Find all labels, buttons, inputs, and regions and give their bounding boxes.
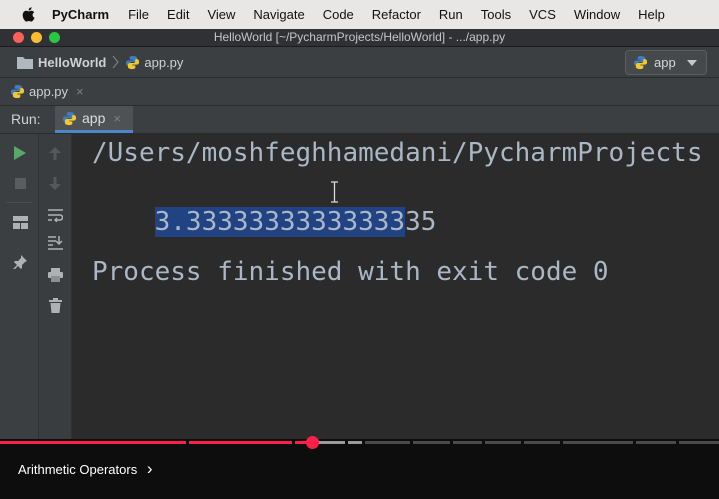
editor-tab-bar: app.py × [0, 78, 719, 106]
stop-icon [14, 177, 26, 189]
restore-layout-button[interactable] [9, 211, 31, 233]
python-file-icon [125, 55, 140, 70]
trash-icon [48, 297, 62, 313]
text-cursor-icon [331, 181, 338, 208]
console-path-line: /Users/moshfeghhamedani/PycharmProjects [92, 138, 703, 168]
close-window-button[interactable] [13, 32, 24, 43]
chapter-marker [450, 441, 453, 444]
pin-tab-button[interactable] [9, 251, 31, 273]
chapter-marker [676, 441, 679, 444]
scroll-up-button[interactable] [44, 142, 66, 164]
arrow-down-icon [49, 176, 61, 190]
run-tab-app[interactable]: app × [55, 106, 133, 133]
python-file-icon [10, 84, 25, 99]
breadcrumb-project-label: HelloWorld [38, 54, 107, 70]
breadcrumb-project[interactable]: HelloWorld [17, 55, 106, 70]
menu-file[interactable]: File [128, 7, 149, 22]
run-toolbar-primary [0, 134, 39, 439]
scroll-to-end-button[interactable] [44, 232, 66, 254]
menu-window[interactable]: Window [574, 7, 620, 22]
video-progress-bar[interactable] [0, 436, 719, 449]
run-label: Run: [11, 111, 41, 127]
play-icon [14, 146, 26, 160]
stop-button[interactable] [9, 172, 31, 194]
clear-all-button[interactable] [44, 294, 66, 316]
video-progress-played [0, 441, 312, 444]
video-progress-buffered [312, 441, 362, 444]
run-tool-window-header: Run: app × [0, 106, 719, 134]
scroll-down-button[interactable] [44, 172, 66, 194]
run-console[interactable]: /Users/moshfeghhamedani/PycharmProjects … [72, 134, 719, 439]
chapter-marker [362, 441, 365, 444]
video-chapter-title: Arithmetic Operators [18, 462, 138, 477]
scroll-to-end-icon [47, 236, 63, 250]
navigation-bar: HelloWorld app.py app [0, 47, 719, 78]
rerun-button[interactable] [9, 142, 31, 164]
toolbar-divider [6, 202, 32, 203]
soft-wrap-button[interactable] [44, 204, 66, 226]
menu-help[interactable]: Help [638, 7, 665, 22]
editor-tab-label: app.py [29, 84, 69, 99]
apple-icon[interactable] [22, 7, 42, 22]
chapter-marker [410, 441, 413, 444]
menu-tools[interactable]: Tools [481, 7, 511, 22]
window-title-bar: HelloWorld [~/PycharmProjects/HelloWorld… [0, 29, 719, 47]
soft-wrap-icon [47, 208, 63, 222]
menu-view[interactable]: View [207, 7, 235, 22]
run-tab-label: app [82, 110, 106, 126]
console-selected-text: 3.33333333333333 [154, 207, 406, 237]
menu-vcs[interactable]: VCS [529, 7, 556, 22]
window-title: HelloWorld [~/PycharmProjects/HelloWorld… [213, 30, 506, 44]
breadcrumb-file-label: app.py [144, 54, 184, 70]
python-config-icon [633, 55, 648, 70]
console-exit-line: Process finished with exit code 0 [92, 257, 609, 287]
zoom-window-button[interactable] [49, 32, 60, 43]
run-config-label: app [654, 55, 676, 70]
layout-icon [12, 215, 28, 229]
minimize-window-button[interactable] [31, 32, 42, 43]
console-output-line: 3.3333333333333335 [92, 177, 436, 267]
menu-navigate[interactable]: Navigate [253, 7, 304, 22]
arrow-up-icon [49, 146, 61, 160]
chapter-marker [292, 441, 295, 444]
tab-close-icon[interactable]: × [76, 84, 84, 99]
menu-refactor[interactable]: Refactor [372, 7, 421, 22]
chapter-marker [521, 441, 524, 444]
pin-icon [13, 255, 27, 269]
breadcrumb-chevron-icon [112, 55, 120, 69]
printer-icon [47, 268, 63, 282]
chapter-marker [482, 441, 485, 444]
menu-edit[interactable]: Edit [167, 7, 189, 22]
video-chapter-button[interactable]: Arithmetic Operators › [18, 459, 153, 479]
run-configuration-dropdown[interactable]: app [625, 50, 707, 75]
editor-tab-app-py[interactable]: app.py × [10, 78, 84, 105]
run-toolbar-secondary [39, 134, 72, 439]
chapter-marker [186, 441, 189, 444]
print-button[interactable] [44, 264, 66, 286]
chapter-marker [345, 441, 348, 444]
console-output-rest: 35 [405, 207, 437, 237]
python-run-icon [62, 111, 77, 126]
menu-bar: PyCharm File Edit View Navigate Code Ref… [0, 0, 719, 29]
chapter-marker [633, 441, 636, 444]
chevron-right-icon: › [146, 459, 153, 478]
menu-run[interactable]: Run [439, 7, 463, 22]
app-menu[interactable]: PyCharm [52, 7, 109, 22]
folder-icon [17, 56, 33, 69]
breadcrumb-file[interactable]: app.py [125, 55, 183, 70]
menu-code[interactable]: Code [323, 7, 354, 22]
dropdown-arrow-icon [687, 59, 697, 66]
video-scrubber-handle[interactable] [306, 436, 319, 449]
chapter-marker [560, 441, 563, 444]
run-tab-close-icon[interactable]: × [113, 111, 121, 126]
